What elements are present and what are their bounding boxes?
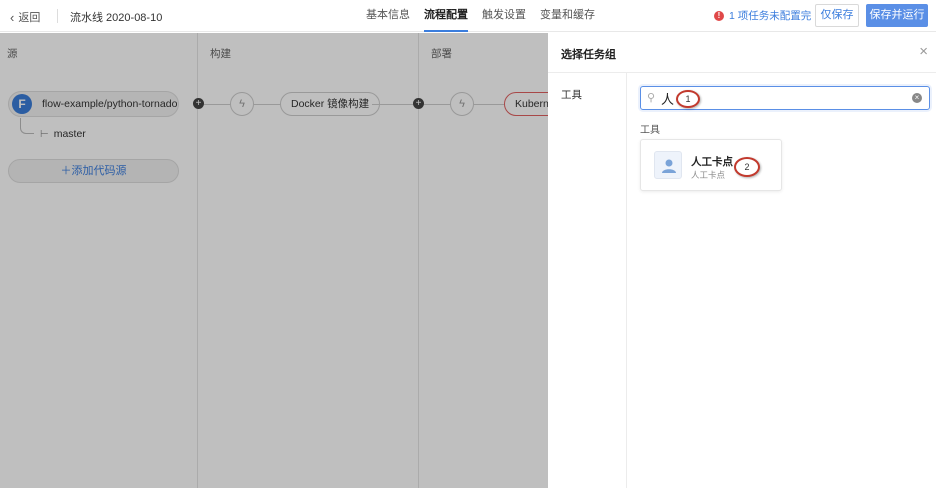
category-item-tools[interactable]: 工具 (561, 87, 582, 102)
clear-icon[interactable]: × (912, 93, 922, 103)
search-icon: ⚲ (647, 92, 656, 104)
tab-basic-info[interactable]: 基本信息 (366, 0, 410, 32)
modal-overlay[interactable] (0, 33, 548, 488)
task-card-manual-checkpoint[interactable]: 人工卡点 人工卡点 (640, 139, 782, 191)
task-card-subtitle: 人工卡点 (691, 170, 726, 180)
drawer-header: 选择任务组 × (548, 33, 936, 73)
config-warning[interactable]: ! 1 项任务未配置完 (714, 8, 811, 23)
warning-icon: ! (714, 10, 724, 21)
tab-flow-config[interactable]: 流程配置 (424, 0, 468, 32)
back-label: 返回 (18, 12, 41, 24)
save-and-run-button[interactable]: 保存并运行 (866, 4, 928, 27)
pipeline-canvas: 源 构建 部署 F flow-example/python-tornado ⊢ … (0, 33, 564, 488)
annotation-marker-1: 1 (676, 90, 700, 108)
chevron-left-icon: ‹ (10, 9, 15, 25)
user-icon (654, 151, 682, 179)
close-icon[interactable]: × (919, 44, 928, 59)
warning-text: 1 项任务未配置完 (729, 10, 812, 22)
top-bar: ‹ 返回 流水线 2020-08-10 基本信息 流程配置 触发设置 变量和缓存… (0, 0, 936, 32)
save-button[interactable]: 仅保存 (815, 4, 859, 27)
drawer-title: 选择任务组 (561, 49, 616, 61)
category-sidebar: 工具 (548, 73, 627, 488)
task-group-drawer: 选择任务组 × 工具 ⚲ × 1 工具 人工卡点 人工卡点 2 (548, 33, 936, 488)
results-section-label: 工具 (640, 125, 660, 136)
divider (57, 9, 58, 23)
pipeline-title: 流水线 2020-08-10 (70, 12, 163, 24)
tab-trigger-settings[interactable]: 触发设置 (482, 0, 526, 32)
task-card-title: 人工卡点 (691, 156, 733, 168)
annotation-marker-2: 2 (734, 157, 760, 177)
back-button[interactable]: ‹ 返回 (10, 9, 40, 25)
tab-variables-cache[interactable]: 变量和缓存 (540, 0, 595, 32)
tab-bar: 基本信息 流程配置 触发设置 变量和缓存 (366, 0, 595, 32)
